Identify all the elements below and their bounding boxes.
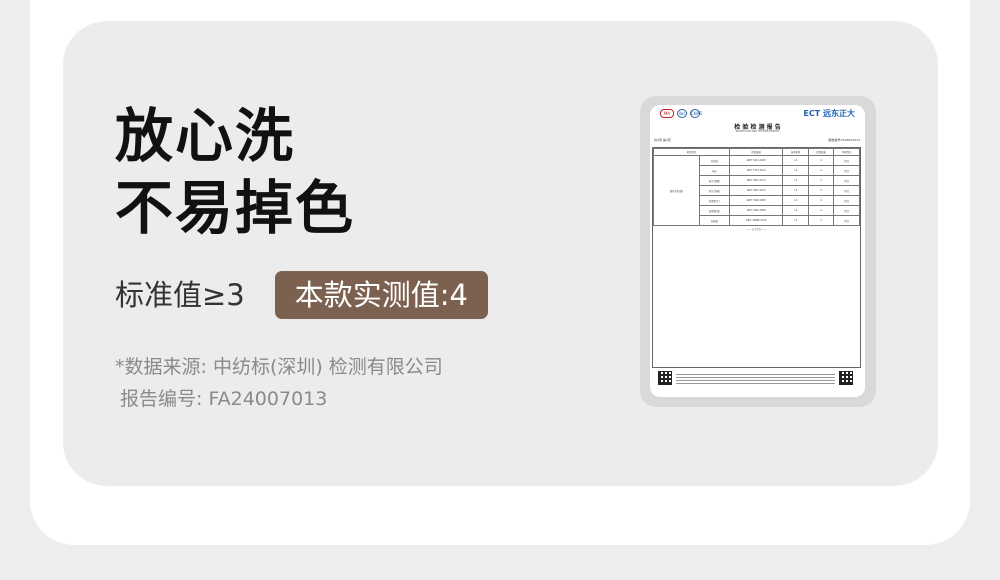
headline-line-1: 放心洗 [115, 102, 296, 170]
report-footer [652, 369, 861, 391]
table-cell: 4 [807, 195, 835, 206]
table-cell: 4 [807, 165, 835, 176]
table-header-cell: 单项判定 [833, 148, 860, 156]
table-cell: 4 [807, 215, 835, 226]
report-table-box: 检验项目 检验依据 技术要求 检测结果 单项判定 颜色牢度(级) 耐皂洗 GB/… [652, 147, 861, 368]
ect-brand-logo: ECT 远东正大 [803, 109, 855, 118]
table-cell: 4 [807, 175, 835, 186]
table-cell: 耐汗渍(碱) [698, 185, 731, 196]
table-cell: GB/T 3922-2013 [729, 175, 784, 186]
table-cell: 符合 [833, 155, 860, 166]
table-cell: 4 [807, 205, 835, 216]
footer-text-lines [676, 374, 835, 386]
standard-row: 标准值≥3 本款实测值:4 [115, 271, 488, 319]
table-cell: 耐摩擦(干) [698, 195, 731, 206]
table-cell: ≥3 [782, 195, 809, 206]
certification-logos: MA ilac CNAS [660, 109, 703, 118]
table-cell: GB/T 5713-2013 [729, 165, 784, 176]
test-report-document: MA ilac CNAS ECT 远东正大 检 验 检 测 报 告 INSPEC… [650, 105, 865, 397]
data-source-note: *数据来源: 中纺标(深圳) 检测有限公司 [115, 356, 443, 378]
qr-code-icon [658, 371, 672, 385]
table-cell: 符合 [833, 215, 860, 226]
table-cell: ≥3 [782, 215, 809, 226]
table-end-note: —— 以下空白 —— [746, 228, 767, 231]
standard-value-label: 标准值≥3 [115, 278, 245, 312]
report-page-info: 共4页 第4页 [654, 138, 671, 142]
report-number-note: 报告编号: FA24007013 [120, 388, 328, 410]
table-cell: 耐摩擦(湿) [698, 205, 731, 216]
qr-code-icon [839, 371, 853, 385]
headline: 放心洗 不易掉色 [115, 100, 355, 244]
report-subtitle: INSPECTION AND TESTING REPORT [735, 130, 780, 133]
table-cell: ≥3 [782, 165, 809, 176]
table-cell: 符合 [833, 165, 860, 176]
ilac-logo: ilac [677, 109, 687, 118]
table-cell: GB/T 3921-2008 [729, 155, 784, 166]
table-cell: GB/T 3920-2008 [729, 205, 784, 216]
cnas-logo: CNAS [690, 109, 703, 118]
table-header-cell: 技术要求 [782, 148, 809, 156]
table-header-cell: 检验项目 [652, 148, 731, 156]
table-cell: 4 [807, 155, 835, 166]
table-cell: ≥3 [782, 155, 809, 166]
table-cell: 符合 [833, 195, 860, 206]
table-cell: 耐汗渍(酸) [698, 175, 731, 186]
table-cell: 符合 [833, 185, 860, 196]
cma-logo: MA [660, 109, 674, 118]
table-cell: 颜色牢度(级) [653, 155, 700, 226]
report-number: 报告编号:FA24007013 [828, 138, 860, 142]
report-table: 检验项目 检验依据 技术要求 检测结果 单项判定 颜色牢度(级) 耐皂洗 GB/… [652, 148, 860, 226]
measured-value-badge: 本款实测值:4 [274, 271, 488, 319]
table-cell: ≥3 [782, 175, 809, 186]
table-cell: 符合 [833, 175, 860, 186]
table-row: 颜色牢度(级) 耐皂洗 GB/T 3921-2008 ≥3 4 符合 [653, 155, 860, 226]
table-header-cell: 检测结果 [807, 148, 835, 156]
table-cell: GB/T 18886-2019 [729, 215, 784, 226]
table-cell: GB/T 3920-2008 [729, 195, 784, 206]
table-cell: ≥3 [782, 185, 809, 196]
table-header-row: 检验项目 检验依据 技术要求 检测结果 单项判定 [652, 148, 860, 156]
table-cell: ≥3 [782, 205, 809, 216]
table-header-cell: 检验依据 [729, 148, 784, 156]
table-cell: 耐皂洗 [698, 155, 731, 166]
table-cell: GB/T 3922-2013 [729, 185, 784, 196]
table-cell: 符合 [833, 205, 860, 216]
table-cell: 4 [807, 185, 835, 196]
table-cell: 耐水 [698, 165, 731, 176]
headline-line-2: 不易掉色 [115, 174, 356, 242]
table-cell: 耐唾液 [698, 215, 731, 226]
